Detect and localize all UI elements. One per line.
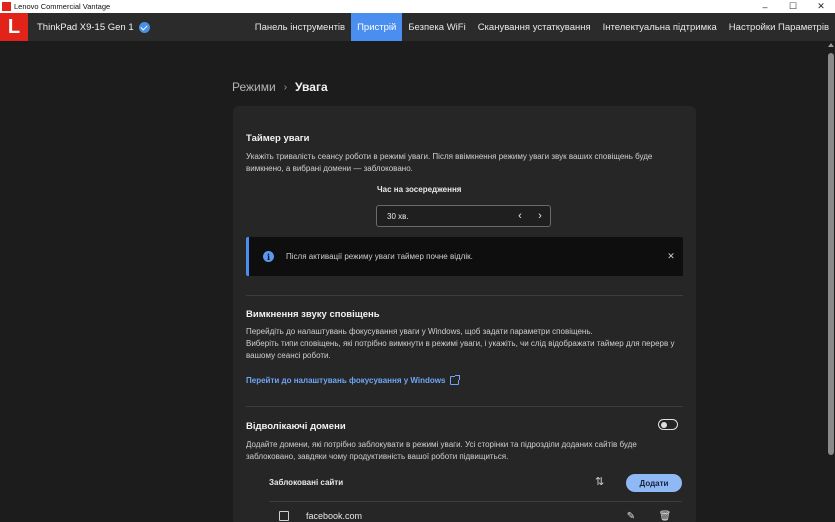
list-item: facebook.com ✎ 🗑 xyxy=(269,508,682,522)
info-icon: i xyxy=(263,251,274,262)
minimize-button[interactable]: – xyxy=(751,0,779,13)
focus-time-stepper[interactable]: 30 хв. ‹ › xyxy=(376,205,551,227)
toggle-knob xyxy=(661,421,667,428)
breadcrumb-chevron-icon: › xyxy=(283,81,288,93)
mute-description: Перейдіть до налаштувань фокусування ува… xyxy=(246,326,686,362)
windows-focus-settings-link[interactable]: Перейти до налаштувань фокусування у Win… xyxy=(246,375,461,385)
close-icon[interactable]: ✕ xyxy=(659,251,683,262)
nav-device[interactable]: Пристрій xyxy=(351,13,403,41)
focus-time-value: 30 хв. xyxy=(387,211,409,221)
mute-desc-line2: Виберіть типи сповіщень, які потрібно ви… xyxy=(246,339,675,348)
sort-icon[interactable]: ⇅ xyxy=(595,475,611,489)
focus-settings-card: Таймер уваги Укажіть тривалість сеансу р… xyxy=(233,106,696,522)
nav-wifi-security[interactable]: Безпека WiFi xyxy=(402,13,471,41)
domains-desc-line2: заблоковано, завдяки чому продуктивність… xyxy=(246,452,509,461)
focus-time-label: Час на зосередження xyxy=(377,185,462,194)
mute-desc-line3: вашому сеансі роботи. xyxy=(246,351,331,360)
nav-hardware-scan[interactable]: Сканування устаткування xyxy=(472,13,597,41)
chevron-right-icon[interactable]: › xyxy=(530,206,550,226)
edit-icon[interactable]: ✎ xyxy=(624,511,638,522)
domains-title: Відволікаючі домени xyxy=(246,421,346,432)
distracting-domains-toggle[interactable] xyxy=(658,419,678,430)
timer-desc-line2: вимкнено, а вибрані домени — заблоковано… xyxy=(246,164,413,173)
timer-title: Таймер уваги xyxy=(246,133,310,144)
mute-title: Вимкнення звуку сповіщень xyxy=(246,309,380,320)
close-window-button[interactable]: ✕ xyxy=(807,0,835,13)
chevron-left-icon[interactable]: ‹ xyxy=(510,206,530,226)
app-header: L ThinkPad X9-15 Gen 1 Панель інструмент… xyxy=(0,13,835,41)
maximize-button[interactable]: ☐ xyxy=(779,0,807,13)
nav-dashboard[interactable]: Панель інструментів xyxy=(249,13,351,41)
verified-check-icon xyxy=(138,21,150,33)
nav-smart-assist[interactable]: Інтелектуальна підтримка xyxy=(597,13,723,41)
blocked-sites-header: Заблоковані сайти xyxy=(269,478,344,487)
device-name: ThinkPad X9-15 Gen 1 xyxy=(37,21,134,33)
page-title: Увага xyxy=(295,80,328,94)
external-link-icon xyxy=(450,375,461,385)
trash-icon[interactable]: 🗑 xyxy=(658,511,672,522)
nav-settings[interactable]: Настройки Параметрів xyxy=(723,13,835,41)
scroll-thumb[interactable] xyxy=(828,53,834,455)
section-divider xyxy=(246,295,683,296)
windows-focus-link-text[interactable]: Перейти до налаштувань фокусування у Win… xyxy=(246,376,445,385)
mute-desc-line1: Перейдіть до налаштувань фокусування ува… xyxy=(246,327,593,336)
app-icon xyxy=(2,2,11,11)
add-domain-button[interactable]: Додати xyxy=(626,474,682,492)
breadcrumb-modes[interactable]: Режими xyxy=(232,80,276,94)
timer-desc-line1: Укажіть тривалість сеансу роботи в режим… xyxy=(246,152,653,161)
window-title: Lenovo Commercial Vantage xyxy=(14,2,111,11)
site-checkbox[interactable] xyxy=(279,511,289,521)
scroll-up-icon[interactable] xyxy=(828,43,834,47)
info-banner-message: Після активації режиму уваги таймер почн… xyxy=(286,252,473,261)
main-nav: Панель інструментів Пристрій Безпека WiF… xyxy=(249,13,835,41)
window-titlebar: Lenovo Commercial Vantage – ☐ ✕ xyxy=(0,0,835,13)
domains-desc-line1: Додайте домени, які потрібно заблокувати… xyxy=(246,440,637,449)
section-divider xyxy=(246,406,683,407)
breadcrumb: Режими › Увага xyxy=(232,80,328,94)
page-scrollbar[interactable] xyxy=(827,41,835,522)
list-divider xyxy=(269,501,682,502)
domains-description: Додайте домени, які потрібно заблокувати… xyxy=(246,439,686,463)
timer-description: Укажіть тривалість сеансу роботи в режим… xyxy=(246,151,686,175)
lenovo-logo[interactable]: L xyxy=(0,13,28,41)
site-name: facebook.com xyxy=(306,511,363,521)
info-banner: i Після активації режиму уваги таймер по… xyxy=(246,237,683,276)
